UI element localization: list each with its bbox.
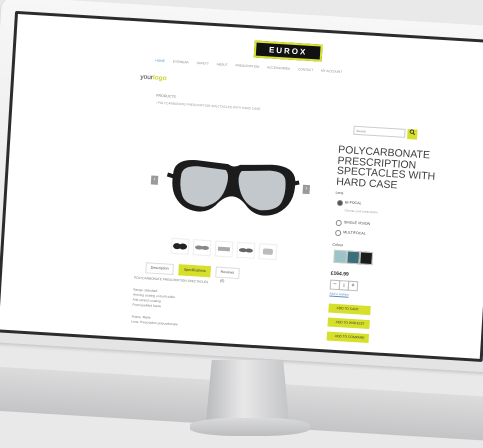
colour-swatch-black[interactable] [359,251,374,266]
thumbnail-5[interactable] [258,243,278,261]
lens-radio-bifocal[interactable] [336,199,344,207]
add-to-compare-label: ADD TO COMPARE [334,333,365,340]
thumbnail-case-icon [262,248,273,255]
lens-radio-multifocal[interactable] [334,229,342,237]
tab-specifications[interactable]: Specifications [178,264,212,278]
thumbnail-goggle-icon [217,246,231,252]
colour-swatch-petrol[interactable] [346,250,361,265]
lens-option-label: MULTIFOCAL [343,230,366,236]
nav-item-account[interactable]: MY ACCOUNT [321,69,342,74]
thumbnail-1[interactable] [170,237,190,255]
nav-item-safety[interactable]: SAFETY [196,61,209,66]
product-image-goggles [166,160,300,216]
monitor-screen: EUROX HOME EYEWEAR SAFETY ABOUT PRESCRIP… [0,10,483,363]
description-heading: POLYCARBONATE PRESCRIPTION SPECTACLES [133,275,209,285]
lens-label: Lens [335,190,344,196]
thumbnail-goggle-icon [238,248,253,253]
nav-item-contact[interactable]: CONTACT [298,67,313,72]
thumbnail-goggle-icon [195,245,209,250]
site-logo[interactable]: yourlogo [140,74,167,83]
lens-option-label: SINGLE VISION [343,220,371,226]
wishlist-link[interactable]: Add to wishlist [329,292,348,297]
monitor-stand-base [190,418,310,436]
thumbnail-4[interactable] [236,241,256,259]
gallery-next-button[interactable]: › [302,184,311,195]
thumbnail-2[interactable] [192,239,212,257]
product-price: £164.99 [330,270,349,278]
gallery-prev-button[interactable]: ‹ [150,175,159,185]
breadcrumb-path: › POLYCARBONATE PRESCRIPTION SPECTACLES … [155,100,261,111]
colour-swatch-teal[interactable] [333,249,348,264]
brand-logo[interactable]: EUROX [253,40,323,62]
product-title: POLYCARBONATE PRESCRIPTION SPECTACLES WI… [335,143,436,191]
add-to-cart-button[interactable]: ADD TO CART [328,303,371,316]
nav-item-about[interactable]: ABOUT [217,62,228,67]
search-icon [409,129,416,136]
add-to-cart-label: ADD TO CART [336,306,359,312]
tab-description[interactable]: Description [145,262,174,275]
thumbnail-goggle-icon [173,243,188,250]
nav-item-eyewear[interactable]: EYEWEAR [173,60,189,65]
logo-word-1: your [140,73,154,82]
description-line: Lens: Prescription polycarbonate [131,319,178,327]
add-to-wishlist-button[interactable]: ADD TO WISHLIST [327,317,370,330]
lens-option-label: BI-FOCAL [344,200,362,206]
nav-item-home[interactable]: HOME [155,58,165,63]
colour-label: Colour [332,242,344,248]
logo-word-2: logo [152,74,167,83]
quantity-plus-button[interactable]: + [347,280,359,292]
nav-item-accessories[interactable]: ACCESSORIES [267,65,290,70]
search-button[interactable] [407,129,418,140]
description-line: Foam padded frame [132,302,162,309]
thumbnail-strip [170,237,284,261]
add-to-wishlist-label: ADD TO WISHLIST [335,319,365,326]
lens-note: Choose your prescription [344,208,378,215]
add-to-compare-button[interactable]: ADD TO COMPARE [326,331,370,344]
lens-radio-single-vision[interactable] [335,219,342,227]
monitor-bezel: EUROX HOME EYEWEAR SAFETY ABOUT PRESCRIP… [0,0,483,374]
search-input[interactable] [353,125,406,138]
web-page: EUROX HOME EYEWEAR SAFETY ABOUT PRESCRIP… [0,14,483,359]
tab-reviews[interactable]: Reviews (0) [215,266,240,283]
thumbnail-3[interactable] [214,240,234,258]
breadcrumb-section[interactable]: PRODUCTS [156,94,176,99]
nav-item-prescription[interactable]: PRESCRIPTION [235,63,259,68]
